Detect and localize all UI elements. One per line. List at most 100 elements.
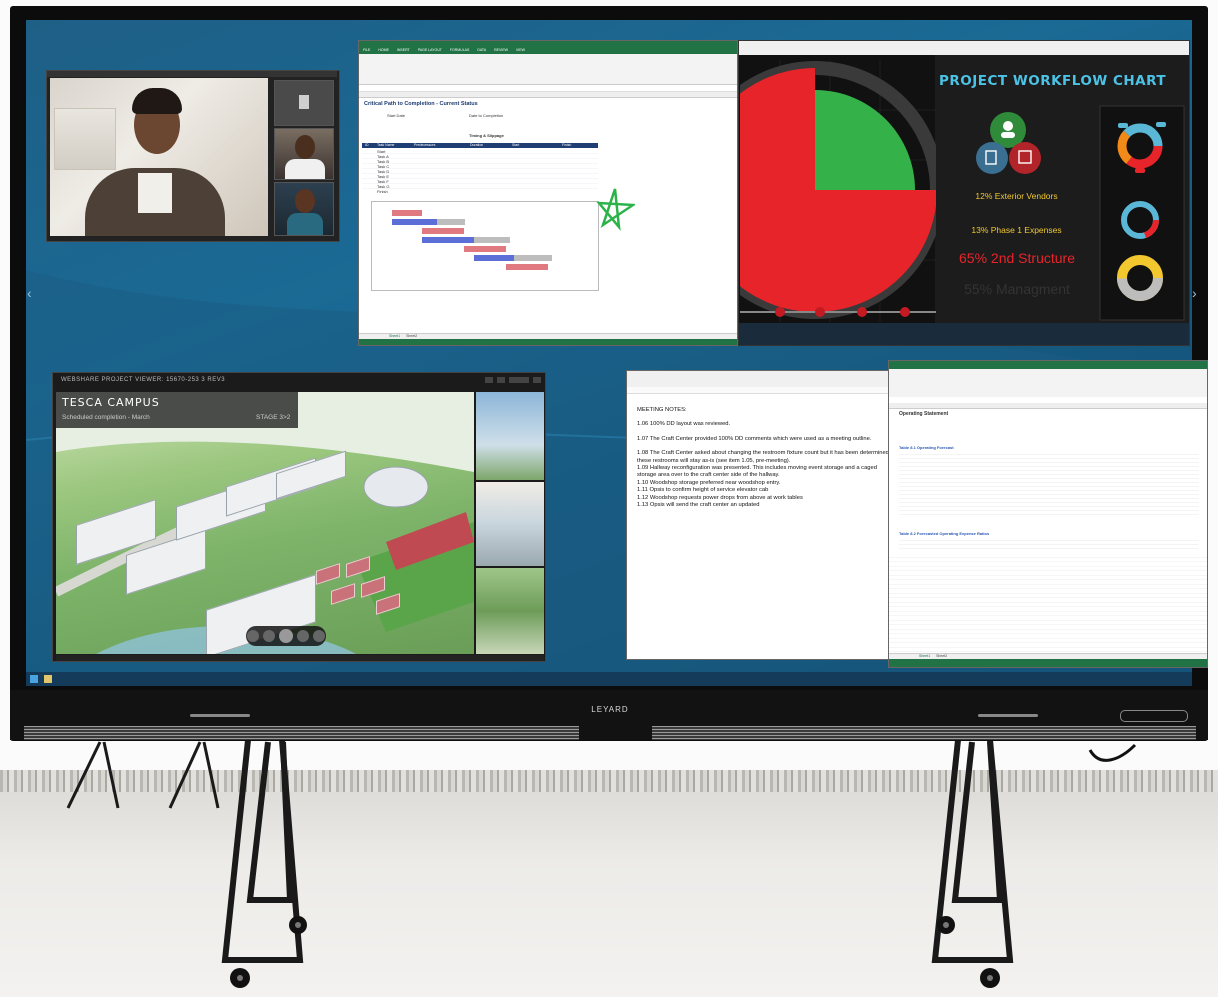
start-button-icon[interactable] [30,675,38,683]
viewer-header: WEBSHARE PROJECT VIEWER: 15670-253 3 REV… [61,377,226,383]
video-main-participant [50,78,268,236]
gantt-bar [422,228,464,234]
status-bar [359,339,737,345]
thumbnail-strip[interactable] [476,392,544,654]
table-title: Table 8.1 Operating Forecast [899,445,954,450]
pen-tray-right [978,714,1038,717]
brand-logo: LEYARD [591,705,629,714]
front-control-panel[interactable] [1120,710,1188,722]
empty-grid[interactable] [889,553,1207,653]
phase-header: Timing & Slippage [469,133,504,138]
notes-heading: MEETING NOTES: [637,407,687,413]
gantt-bar [514,255,552,261]
gantt-bar [464,246,506,252]
ribbon-toolbar[interactable] [889,369,1207,398]
task-table[interactable]: Start Task A Task B Task C Task D Task E… [362,149,598,194]
pen-tray-left [190,714,250,717]
table-header: ID Task Name Predecessors Duration Start… [362,143,598,148]
col-header: Finish [562,143,572,147]
finish-label: Date to Completion [469,113,504,118]
excel-titlebar[interactable] [359,41,737,48]
video-thumb-participant-3[interactable] [274,182,334,236]
meeting-notes-window[interactable]: MEETING NOTES: 1.06 100% DD layout was r… [626,370,898,660]
viewer-footer-bar [56,655,544,661]
campus-rendering: TESCA CAMPUS Scheduled completion - Marc… [56,392,474,654]
gantt-bar [474,237,510,243]
sheet-title: Critical Path to Completion - Current St… [364,101,478,107]
notes-line: 1.07 The Craft Center provided 100% DD c… [637,435,872,442]
ribbon-toolbar[interactable] [359,54,737,85]
notes-line: 1.08 The Craft Center asked about changi… [637,450,889,457]
document-icon [976,142,1008,174]
sheet-title: Operating Statement [899,411,949,417]
thumbnail-building-2[interactable] [476,482,544,566]
excel-titlebar[interactable] [889,361,1207,369]
expense-ratio-table[interactable] [899,537,1199,549]
handwritten-star-annotation [596,188,635,231]
video-titlebar[interactable] [47,71,337,77]
gantt-bar [506,264,548,270]
formula-bar[interactable] [359,85,737,92]
table-row: Finish [377,189,388,194]
file-explorer-icon[interactable] [44,675,52,683]
edit-document-icon [1009,142,1041,174]
column-headers [889,403,1207,409]
notes-line: 1.06 100% DD layout was reviewed. [637,421,731,428]
right-edge-arrow[interactable]: › [1192,285,1202,307]
gantt-chart [371,201,599,291]
rewind-icon[interactable] [263,630,275,642]
video-thumb-empty[interactable] [274,80,334,126]
notes-line: 1.09 Hallway reconfiguration was present… [637,465,877,472]
thumbnail-building-1[interactable] [476,392,544,480]
col-header: Predecessors [414,143,436,147]
campus-subtitle: Scheduled completion - March [62,414,150,421]
notes-toolbar[interactable] [627,371,897,388]
operating-table[interactable] [899,451,1199,515]
gantt-bar [437,219,465,225]
notes-line: these restrooms will stay as-is (see ite… [637,457,791,464]
notes-ruler [627,387,897,394]
spreadsheet-window-critical-path[interactable]: FILE HOME INSERT PAGE LAYOUT FORMULAS DA… [358,40,738,346]
col-header: Start [512,143,520,147]
spreadsheet-window-operating-statement[interactable]: Operating Statement Table 8.1 Operating … [888,360,1208,668]
gantt-bar [392,219,437,225]
notes-line: 1.11 Opsis to confirm height of service … [637,487,769,494]
col-header: Duration [470,143,484,147]
video-thumb-participant-2[interactable] [274,128,334,180]
notes-line: storage area over to the craft center si… [637,472,780,479]
notes-line: 1.12 Woodshop requests power drops from … [637,494,803,501]
prev-icon[interactable] [247,630,259,642]
notes-line: 1.10 Woodshop storage preferred near woo… [637,479,781,486]
workflow-graphics [740,60,1185,322]
chart-window-titlebar[interactable] [739,41,1189,55]
col-header: Task Name [377,143,395,147]
speaker-grille-left [24,726,579,740]
column-headers [359,92,737,98]
viewer-control-icon[interactable] [485,377,493,383]
table-title: Table 8.2 Forecasted Operating Expense R… [899,531,990,536]
next-icon[interactable] [313,630,325,642]
left-edge-arrow[interactable]: ‹ [27,285,37,307]
gantt-bar [392,210,422,216]
close-icon[interactable] [533,377,541,383]
user-placeholder-icon [299,95,309,109]
viewer-control-icon[interactable] [497,377,505,383]
notes-body[interactable]: MEETING NOTES: 1.06 100% DD layout was r… [637,407,893,509]
status-bar [889,659,1207,667]
forward-icon[interactable] [297,630,309,642]
gantt-bar [422,237,474,243]
campus-title: TESCA CAMPUS [62,396,160,409]
chart-window-footer [739,323,1189,345]
taskbar[interactable] [26,672,1192,686]
viewer-controls[interactable] [433,377,541,385]
notes-line: 1.13 Opsis will send the craft center an… [637,502,760,509]
gantt-bar [474,255,514,261]
col-header: ID [365,143,369,147]
campus-stage: STAGE 3>2 [256,414,291,421]
play-icon[interactable] [279,629,293,643]
speaker-grille-right [652,726,1196,740]
thumbnail-garden[interactable] [476,568,544,654]
media-controls[interactable] [246,626,326,646]
viewer-dropdown[interactable] [509,377,529,383]
start-label: Start Date [387,113,406,118]
